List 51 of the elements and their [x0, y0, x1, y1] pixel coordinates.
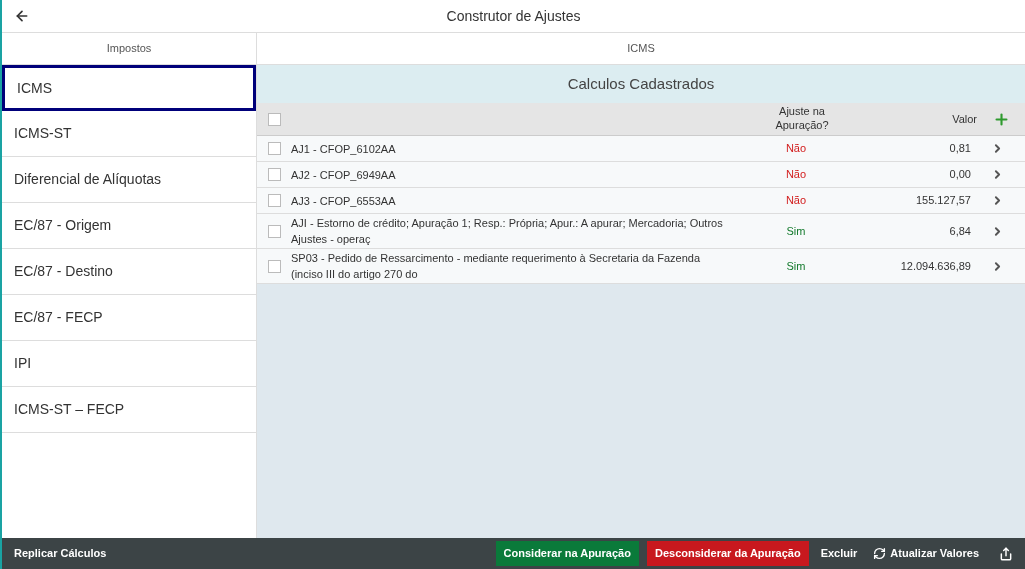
refresh-icon: [873, 547, 887, 560]
add-button[interactable]: [993, 110, 1010, 128]
table-cell-text: 0,00: [948, 167, 971, 183]
sidebar-item[interactable]: EC/87 - FECP: [2, 295, 256, 341]
action-button[interactable]: Considerar na Apuração: [495, 541, 639, 566]
sidebar-item[interactable]: EC/87 - Origem: [2, 203, 256, 249]
panel-heading: ICMS: [627, 41, 655, 57]
sidebar-item[interactable]: Diferencial de Alíquotas: [2, 157, 256, 203]
checkbox[interactable]: [268, 259, 281, 273]
table-row[interactable]: SP03 - Pedido de Ressarcimento - mediante requerimento à Secretaria da Fazenda (inciso III do artigo 270 do Sim 12.094.636,89: [257, 249, 1025, 284]
table-cell-text: AJ3 - CFOP_6553AA: [291, 193, 397, 209]
table-cell-text: 6,84: [948, 223, 971, 239]
table-row[interactable]: AJ1 - CFOP_6102AA Não 0,81: [257, 136, 1025, 162]
share-button[interactable]: [999, 546, 1013, 561]
table-cell-text: 12.094.636,89: [899, 258, 971, 274]
table-cell-text: Sim: [785, 258, 807, 274]
window-title: Construtor de Ajustes: [446, 6, 581, 26]
sidebar-item[interactable]: ICMS-ST: [2, 111, 256, 157]
sidebar-item[interactable]: EC/87 - Destino: [2, 249, 256, 295]
table-row[interactable]: AJ2 - CFOP_6949AA Não 0,00: [257, 162, 1025, 188]
table-cell-text: Sim: [785, 223, 807, 239]
sidebar-item[interactable]: ICMS-ST – FECP: [2, 387, 256, 433]
sidebar-item[interactable]: ICMS: [2, 65, 256, 111]
checkbox[interactable]: [268, 224, 281, 238]
table-cell-text: Não: [784, 141, 808, 157]
sidebar-heading: Impostos: [106, 41, 152, 57]
column-header: Valor: [951, 111, 977, 127]
table-cell-text: SP03 - Pedido de Ressarcimento - mediante requerimento à Secretaria da Fazenda (inciso III do artigo 270 do: [291, 251, 702, 282]
table-cell-text: Não: [784, 167, 808, 183]
table-row[interactable]: AJ3 - CFOP_6553AA Não 155.127,57: [257, 188, 1025, 214]
table-cell-text: AJ2 - CFOP_6949AA: [291, 167, 397, 183]
checkbox[interactable]: [268, 112, 281, 126]
refresh-button[interactable]: Atualizar Valores: [869, 541, 983, 566]
table-cell-text: 155.127,57: [914, 193, 971, 209]
checkbox[interactable]: [268, 194, 281, 207]
table-cell-text: AJ1 - CFOP_6102AA: [291, 141, 397, 157]
add-icon: [993, 110, 1010, 128]
column-header: Ajuste na Apuração?: [774, 105, 830, 133]
checkbox[interactable]: [268, 168, 281, 181]
sidebar-item[interactable]: IPI: [2, 341, 256, 387]
table-row[interactable]: AJI - Estorno de crédito; Apuração 1; Resp.: Própria; Apur.: A apurar; Mercadoria; Outros Ajustes - operaç Sim 6,84: [257, 214, 1025, 249]
checkbox[interactable]: [268, 142, 281, 155]
action-button[interactable]: Desconsiderar da Apuração: [646, 541, 809, 566]
action-button[interactable]: Excluir: [816, 541, 862, 566]
table-cell-text: AJI - Estorno de crédito; Apuração 1; Resp.: Própria; Apur.: A apurar; Mercadoria; Outros Ajustes - operaç: [291, 216, 724, 247]
section-title: Calculos Cadastrados: [567, 73, 715, 94]
table-cell-text: 0,81: [948, 141, 971, 157]
replicate-button[interactable]: Replicar Cálculos: [14, 545, 107, 562]
share-icon: [999, 546, 1013, 561]
table-cell-text: Não: [784, 193, 808, 209]
back-icon: [14, 8, 30, 24]
